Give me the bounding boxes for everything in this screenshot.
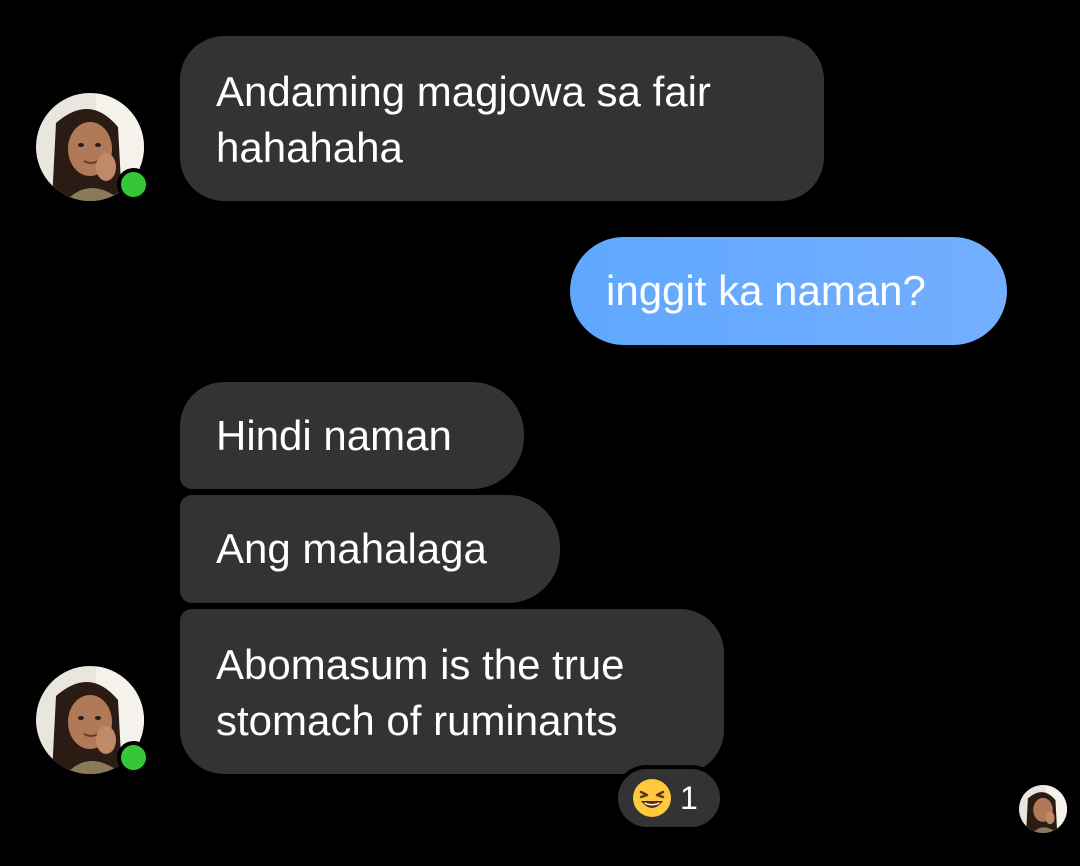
profile-photo-icon [1019, 785, 1067, 833]
message-reaction[interactable]: 1 [614, 765, 724, 831]
outgoing-message-bubble[interactable]: inggit ka naman? [570, 237, 1007, 345]
incoming-message-bubble[interactable]: Ang mahalaga [180, 495, 560, 603]
message-text-line: Ang mahalaga [216, 525, 487, 572]
message-text-line: Abomasum is the true [216, 641, 625, 688]
laughing-emoji-icon [633, 779, 671, 817]
incoming-message-bubble[interactable]: Hindi naman [180, 382, 524, 489]
message-text-line: Hindi naman [216, 412, 452, 459]
incoming-message-bubble[interactable]: Andaming magjowa sa fair hahahaha [180, 36, 824, 201]
contact-avatar[interactable] [36, 666, 150, 774]
message-text-line: hahahaha [216, 124, 403, 171]
online-status-indicator [117, 741, 150, 774]
incoming-message-bubble[interactable]: Abomasum is the true stomach of ruminant… [180, 609, 724, 774]
reaction-count: 1 [680, 779, 698, 816]
message-text-line: Andaming magjowa sa fair [216, 68, 711, 115]
contact-avatar[interactable] [36, 93, 150, 201]
message-text-line: stomach of ruminants [216, 697, 618, 744]
message-text-line: inggit ka naman? [606, 267, 926, 314]
online-status-indicator [117, 168, 150, 201]
seen-by-avatar [1019, 785, 1067, 833]
